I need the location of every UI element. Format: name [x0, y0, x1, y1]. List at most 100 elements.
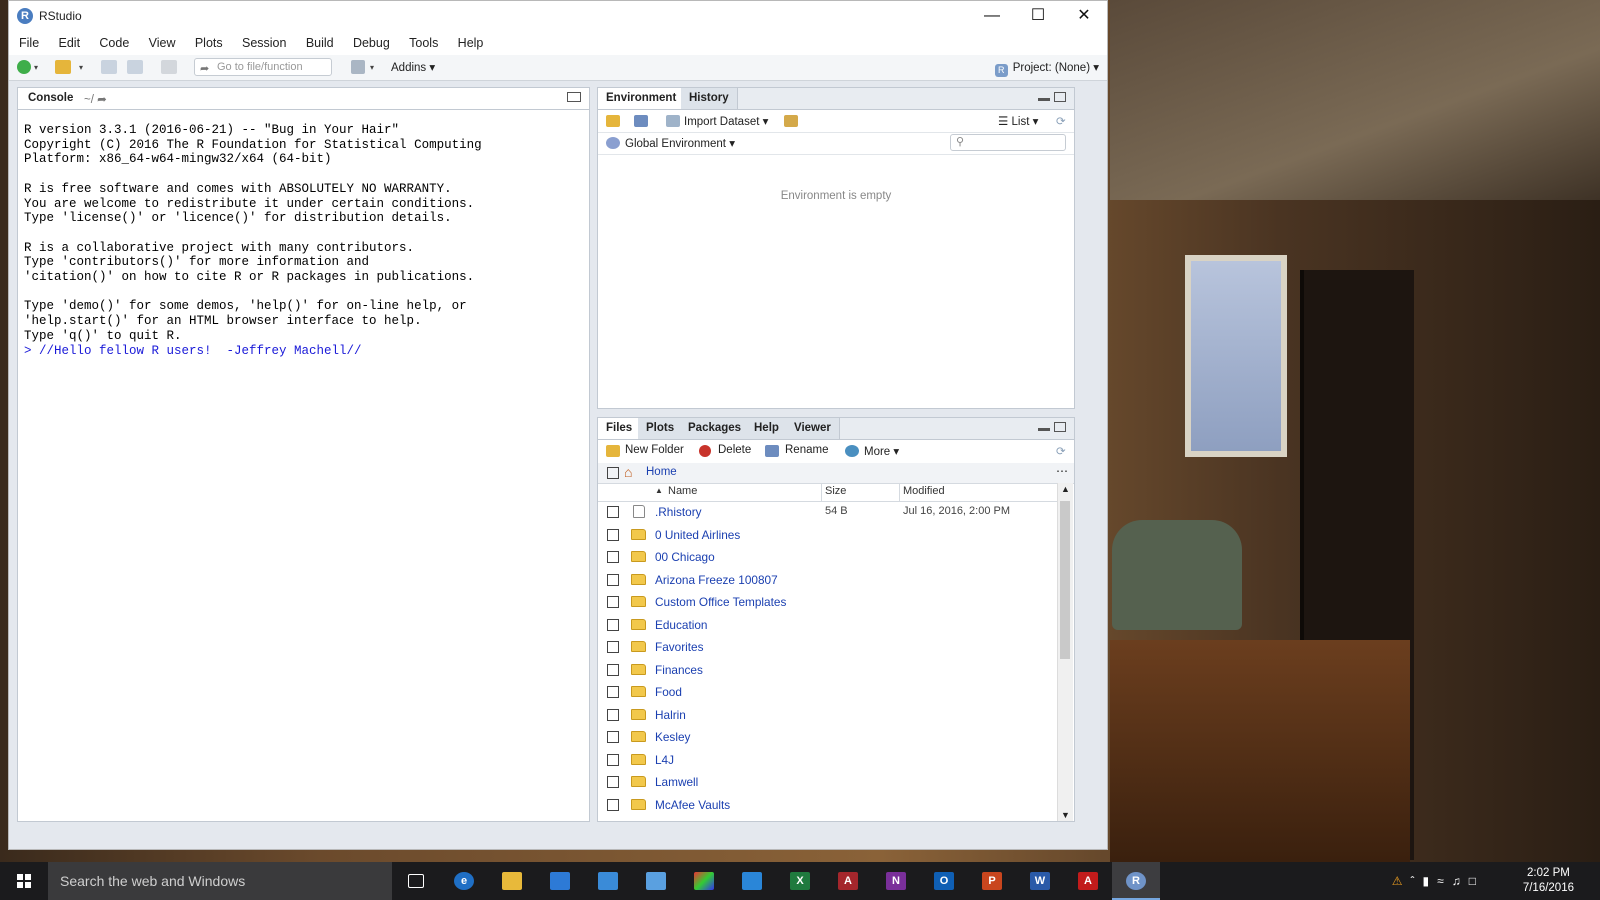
- column-modified[interactable]: Modified: [903, 485, 945, 497]
- new-folder-button[interactable]: New Folder: [625, 444, 684, 456]
- restore-pane-icon[interactable]: [567, 92, 581, 102]
- row-checkbox[interactable]: [607, 528, 619, 541]
- taskbar-onenote[interactable]: N: [872, 862, 920, 900]
- file-name-link[interactable]: Favorites: [655, 640, 704, 654]
- menu-session[interactable]: Session: [238, 31, 290, 55]
- taskbar-word[interactable]: W: [1016, 862, 1064, 900]
- menu-help[interactable]: Help: [454, 31, 488, 55]
- battery-icon[interactable]: ▮: [1423, 874, 1438, 888]
- taskbar-clock[interactable]: 2:02 PM 7/16/2016: [1523, 866, 1574, 896]
- more-menu[interactable]: More ▾: [864, 444, 899, 458]
- menu-build[interactable]: Build: [302, 31, 338, 55]
- workspace-panes-icon[interactable]: [351, 60, 365, 74]
- menu-debug[interactable]: Debug: [349, 31, 394, 55]
- save-icon[interactable]: [101, 60, 117, 74]
- menu-view[interactable]: View: [145, 31, 180, 55]
- row-checkbox[interactable]: [607, 708, 619, 721]
- file-name-link[interactable]: Halrin: [655, 708, 686, 722]
- tab-console[interactable]: Console: [28, 92, 73, 104]
- file-name-link[interactable]: Education: [655, 618, 707, 632]
- column-name[interactable]: Name: [668, 485, 697, 497]
- start-button[interactable]: [0, 862, 48, 900]
- row-checkbox[interactable]: [607, 731, 619, 743]
- row-checkbox[interactable]: [607, 663, 619, 676]
- maximize-button[interactable]: ☐: [1015, 1, 1061, 31]
- close-button[interactable]: ✕: [1061, 1, 1107, 31]
- task-view-button[interactable]: [392, 862, 440, 900]
- save-workspace-icon[interactable]: [634, 115, 648, 127]
- taskbar-app-6[interactable]: [680, 862, 728, 900]
- file-name-link[interactable]: Lamwell: [655, 775, 698, 789]
- scroll-down-icon[interactable]: ▼: [1061, 810, 1070, 820]
- row-checkbox[interactable]: [607, 641, 619, 653]
- taskbar-search-box[interactable]: Search the web and Windows: [48, 862, 392, 900]
- taskbar-powerpoint[interactable]: P: [968, 862, 1016, 900]
- row-checkbox[interactable]: [607, 551, 619, 563]
- tab-packages[interactable]: Packages: [680, 418, 751, 439]
- table-row[interactable]: 0 United Airlines: [598, 525, 1058, 548]
- table-row[interactable]: Food: [598, 682, 1058, 705]
- table-row[interactable]: Halrin: [598, 705, 1058, 728]
- row-checkbox[interactable]: [607, 686, 619, 698]
- show-hidden-icons-chevron-icon[interactable]: ˆ: [1411, 874, 1423, 888]
- file-name-link[interactable]: .Rhistory: [655, 505, 702, 519]
- table-row[interactable]: Custom Office Templates: [598, 592, 1058, 615]
- environment-scope-dropdown[interactable]: Global Environment ▾: [625, 136, 735, 150]
- clear-workspace-broom-icon[interactable]: [784, 115, 798, 127]
- tab-viewer[interactable]: Viewer: [786, 418, 840, 439]
- home-icon[interactable]: ⌂: [624, 464, 632, 480]
- row-checkbox[interactable]: [607, 753, 619, 766]
- minimize-files-pane-icon[interactable]: [1038, 428, 1050, 431]
- table-row[interactable]: L4J: [598, 750, 1058, 773]
- row-checkbox[interactable]: [607, 506, 619, 518]
- table-row[interactable]: McAfee Vaults: [598, 795, 1058, 818]
- table-row[interactable]: Arizona Freeze 100807: [598, 570, 1058, 593]
- file-name-link[interactable]: 00 Chicago: [655, 550, 715, 564]
- import-dataset-button[interactable]: Import Dataset ▾: [684, 114, 768, 128]
- addins-menu[interactable]: Addins ▾: [391, 60, 435, 74]
- system-tray-icons[interactable]: ⚠ˆ▮≈♫□: [1392, 874, 1484, 888]
- row-checkbox[interactable]: [607, 618, 619, 631]
- open-file-icon[interactable]: [55, 60, 71, 74]
- taskbar-file-explorer[interactable]: [488, 862, 536, 900]
- print-icon[interactable]: [161, 60, 177, 74]
- tab-help[interactable]: Help: [746, 418, 788, 439]
- file-name-link[interactable]: Finances: [655, 663, 703, 677]
- taskbar-excel[interactable]: X: [776, 862, 824, 900]
- taskbar-outlook[interactable]: O: [920, 862, 968, 900]
- action-center-icon[interactable]: □: [1469, 874, 1484, 888]
- new-file-icon[interactable]: [17, 60, 31, 74]
- table-row[interactable]: Favorites: [598, 637, 1058, 660]
- console-working-dir[interactable]: ~/ ➦: [84, 92, 107, 106]
- tab-files[interactable]: Files: [598, 418, 642, 439]
- taskbar-store[interactable]: [536, 862, 584, 900]
- maximize-pane-icon[interactable]: [1054, 92, 1066, 102]
- menu-plots[interactable]: Plots: [191, 31, 227, 55]
- table-row[interactable]: Lamwell: [598, 772, 1058, 795]
- tab-environment[interactable]: Environment: [598, 88, 686, 109]
- project-menu[interactable]: R Project: (None) ▾: [994, 60, 1099, 77]
- volume-icon[interactable]: ♫: [1452, 874, 1469, 888]
- row-checkbox[interactable]: [607, 776, 619, 788]
- file-name-link[interactable]: Custom Office Templates: [655, 595, 786, 609]
- taskbar-app-4[interactable]: [584, 862, 632, 900]
- save-all-icon[interactable]: [127, 60, 143, 74]
- rename-button[interactable]: Rename: [785, 444, 828, 456]
- file-name-link[interactable]: L4J: [655, 753, 674, 767]
- taskbar-access[interactable]: A: [824, 862, 872, 900]
- column-size[interactable]: Size: [825, 485, 846, 497]
- taskbar-edge[interactable]: e: [440, 862, 488, 900]
- tab-history[interactable]: History: [681, 88, 738, 109]
- maximize-files-pane-icon[interactable]: [1054, 422, 1066, 432]
- file-name-link[interactable]: McAfee Vaults: [655, 798, 730, 812]
- menu-edit[interactable]: Edit: [55, 31, 85, 55]
- menu-tools[interactable]: Tools: [405, 31, 442, 55]
- title-bar[interactable]: R RStudio — ☐ ✕: [9, 1, 1107, 31]
- refresh-environment-icon[interactable]: ⟳: [1056, 114, 1066, 128]
- taskbar-app-5[interactable]: [632, 862, 680, 900]
- new-file-dropdown-icon[interactable]: ▾: [34, 63, 38, 72]
- row-checkbox[interactable]: [607, 573, 619, 586]
- list-view-toggle[interactable]: ☰ List ▾: [998, 114, 1038, 128]
- taskbar-onedrive[interactable]: [728, 862, 776, 900]
- file-name-link[interactable]: Kesley: [655, 730, 690, 744]
